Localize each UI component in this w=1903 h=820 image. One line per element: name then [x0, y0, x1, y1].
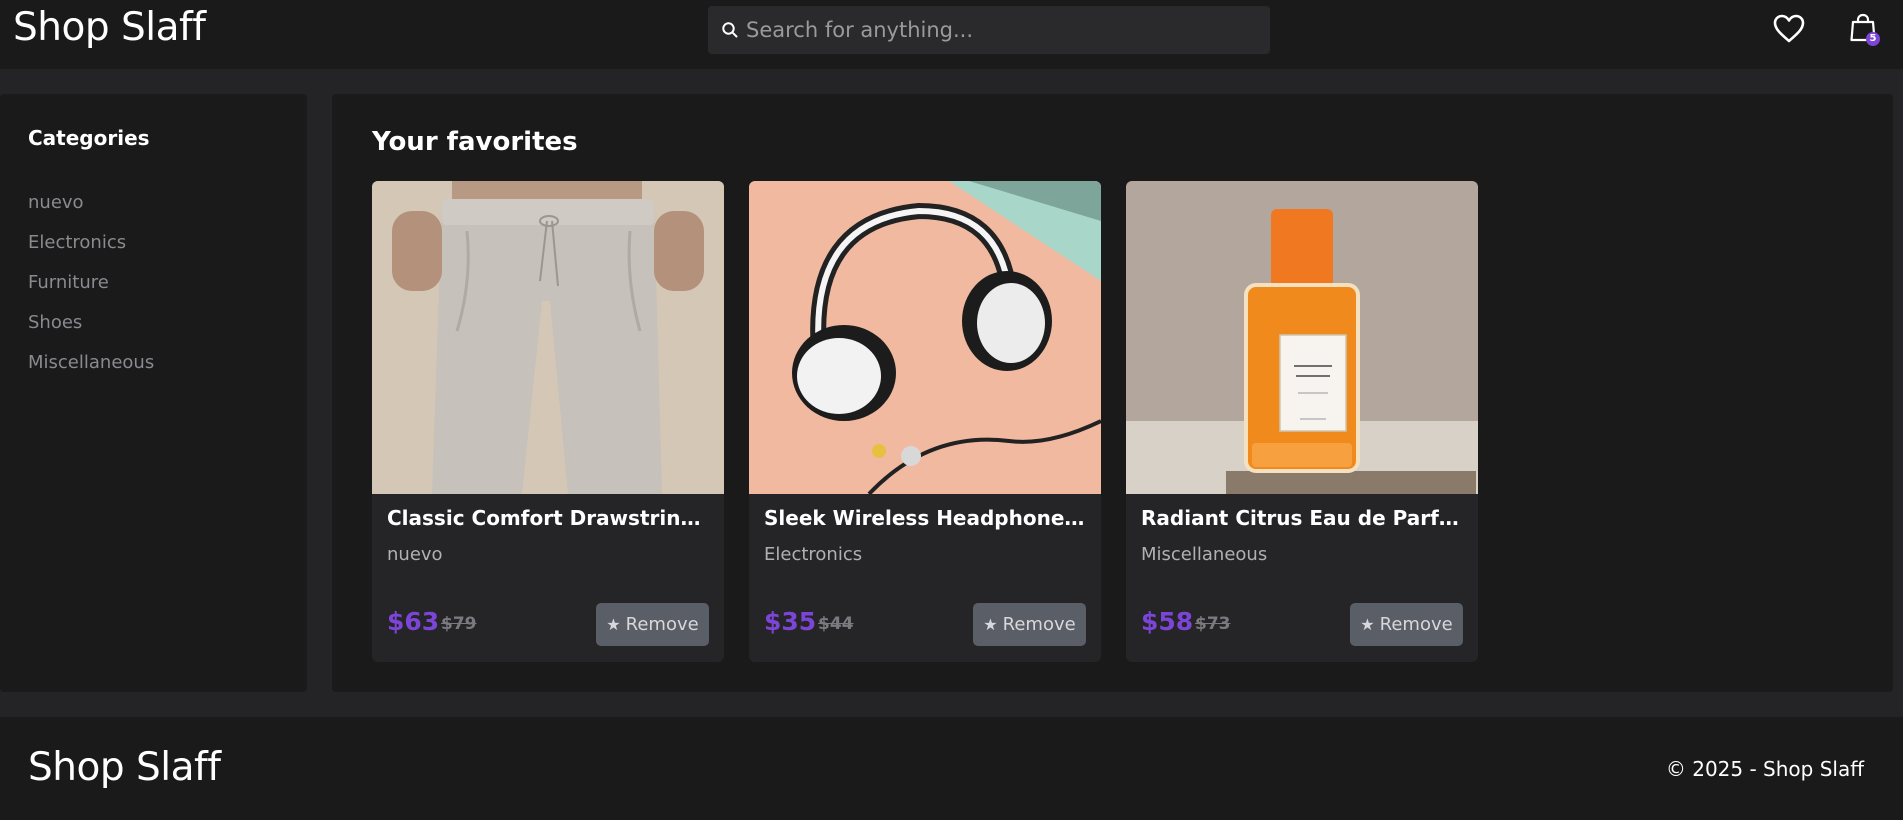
product-price: $35	[764, 607, 817, 636]
star-icon: ★	[1360, 615, 1375, 634]
product-card[interactable]: Classic Comfort Drawstring Joggers nuevo…	[372, 181, 724, 662]
cart-button[interactable]: 5	[1848, 12, 1888, 52]
page-title: Your favorites	[372, 127, 578, 157]
product-image[interactable]	[1126, 181, 1478, 494]
product-image[interactable]	[749, 181, 1101, 494]
favorites-section: Your favorites Classic Comfort Drawstrin…	[332, 94, 1893, 692]
copyright-text: © 2025 - Shop Slaff	[1665, 757, 1864, 781]
product-card[interactable]: Radiant Citrus Eau de Parfum Miscellaneo…	[1126, 181, 1478, 662]
product-name[interactable]: Classic Comfort Drawstring Joggers	[387, 506, 712, 530]
remove-button[interactable]: ★ Remove	[1350, 603, 1463, 646]
cart-count-badge: 5	[1866, 32, 1880, 46]
brand-logo[interactable]: Shop Slaff	[13, 5, 206, 50]
product-card[interactable]: Sleek Wireless Headphone & Inked Earbud …	[749, 181, 1101, 662]
search-icon	[722, 22, 738, 38]
sidebar-title: Categories	[28, 126, 150, 150]
product-old-price: $79	[441, 614, 477, 634]
product-price: $58	[1141, 607, 1194, 636]
product-old-price: $44	[818, 614, 854, 634]
footer: Shop Slaff © 2025 - Shop Slaff	[0, 717, 1903, 820]
footer-logo[interactable]: Shop Slaff	[28, 745, 221, 790]
product-image[interactable]	[372, 181, 724, 494]
remove-label: Remove	[625, 614, 699, 635]
star-icon: ★	[983, 615, 998, 634]
product-price: $63	[387, 607, 440, 636]
sidebar-item-miscellaneous[interactable]: Miscellaneous	[28, 352, 154, 392]
sidebar-item-electronics[interactable]: Electronics	[28, 232, 154, 272]
product-category: Miscellaneous	[1141, 544, 1268, 565]
sidebar-item-furniture[interactable]: Furniture	[28, 272, 154, 312]
product-category: Electronics	[764, 544, 863, 565]
product-category: nuevo	[387, 544, 443, 565]
remove-label: Remove	[1379, 614, 1453, 635]
favorites-button[interactable]	[1772, 13, 1806, 45]
remove-button[interactable]: ★ Remove	[973, 603, 1086, 646]
search-bar[interactable]	[708, 6, 1270, 54]
remove-label: Remove	[1002, 614, 1076, 635]
search-input[interactable]	[746, 6, 1256, 54]
heart-icon	[1773, 14, 1805, 43]
sidebar-item-shoes[interactable]: Shoes	[28, 312, 154, 352]
product-name[interactable]: Radiant Citrus Eau de Parfum	[1141, 506, 1466, 530]
product-old-price: $73	[1195, 614, 1231, 634]
remove-button[interactable]: ★ Remove	[596, 603, 709, 646]
category-list: nuevo Electronics Furniture Shoes Miscel…	[28, 192, 154, 392]
star-icon: ★	[606, 615, 621, 634]
sidebar: Categories nuevo Electronics Furniture S…	[0, 94, 307, 692]
sidebar-item-nuevo[interactable]: nuevo	[28, 192, 154, 232]
product-name[interactable]: Sleek Wireless Headphone & Inked Earbud …	[764, 506, 1089, 530]
header: Shop Slaff 5	[0, 0, 1903, 69]
